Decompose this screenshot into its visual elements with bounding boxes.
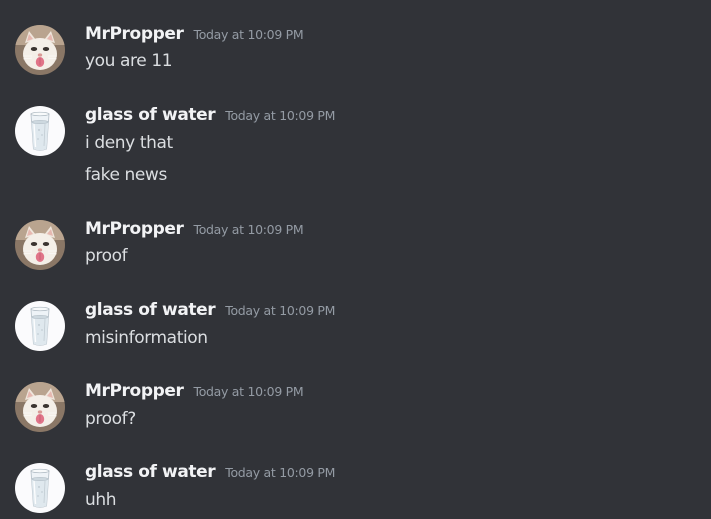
cat-avatar[interactable] — [15, 220, 65, 270]
glass-of-water-avatar[interactable] — [15, 301, 65, 351]
message-list[interactable]: MrPropper Today at 10:09 PM you are 11 g… — [0, 0, 711, 519]
username[interactable]: glass of water — [85, 105, 216, 125]
glass-of-water-avatar[interactable] — [15, 463, 65, 513]
message-header: MrPropper Today at 10:09 PM — [85, 24, 304, 46]
message-text: uhh — [85, 490, 117, 510]
timestamp[interactable]: Today at 10:09 PM — [193, 27, 303, 42]
username[interactable]: glass of water — [85, 300, 216, 320]
username[interactable]: glass of water — [85, 462, 216, 482]
timestamp[interactable]: Today at 10:09 PM — [225, 303, 335, 318]
message-header: MrPropper Today at 10:09 PM — [85, 219, 304, 241]
message-header: glass of water Today at 10:09 PM — [85, 300, 335, 322]
message-text: proof — [85, 246, 128, 266]
username[interactable]: MrPropper — [85, 219, 184, 239]
cat-avatar[interactable] — [15, 25, 65, 75]
message-text: fake news — [85, 165, 167, 185]
timestamp[interactable]: Today at 10:09 PM — [193, 384, 303, 399]
message-header: glass of water Today at 10:09 PM — [85, 105, 335, 127]
timestamp[interactable]: Today at 10:09 PM — [193, 222, 303, 237]
message-header: MrPropper Today at 10:09 PM — [85, 381, 304, 403]
cat-avatar[interactable] — [15, 382, 65, 432]
message-text: i deny that — [85, 133, 173, 153]
timestamp[interactable]: Today at 10:09 PM — [225, 108, 335, 123]
message-text: proof? — [85, 409, 136, 429]
glass-of-water-avatar[interactable] — [15, 106, 65, 156]
timestamp[interactable]: Today at 10:09 PM — [225, 465, 335, 480]
username[interactable]: MrPropper — [85, 381, 184, 401]
message-header: glass of water Today at 10:09 PM — [85, 462, 335, 484]
message-text: misinformation — [85, 328, 208, 348]
username[interactable]: MrPropper — [85, 24, 184, 44]
message-text: you are 11 — [85, 51, 173, 71]
